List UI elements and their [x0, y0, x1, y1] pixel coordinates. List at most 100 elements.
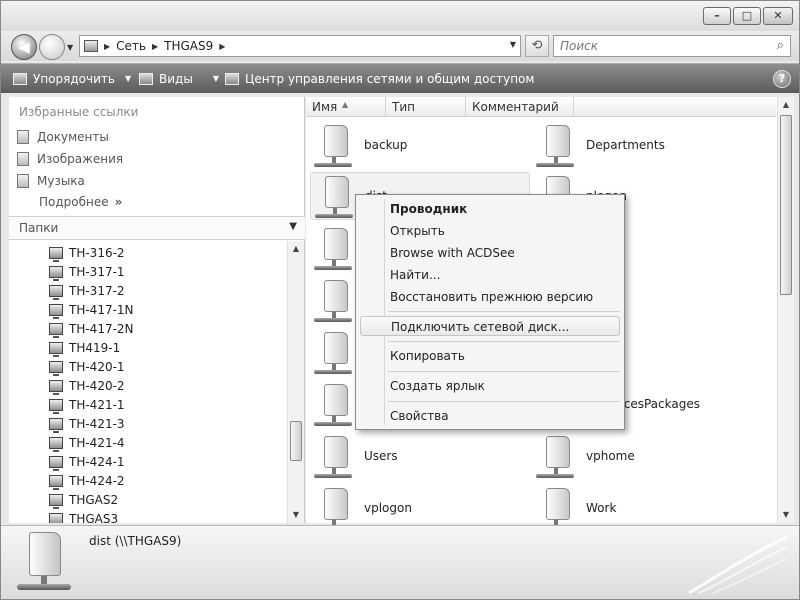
- share-item[interactable]: Departments: [532, 121, 752, 169]
- column-name[interactable]: Имя ▲: [306, 97, 386, 117]
- menu-item-create-shortcut[interactable]: Создать ярлык: [390, 376, 485, 396]
- share-item[interactable]: Users: [310, 432, 530, 480]
- share-name: vphome: [586, 449, 635, 463]
- scroll-down-icon[interactable]: ▼: [288, 507, 304, 523]
- computer-icon: [49, 493, 63, 509]
- menu-item-find[interactable]: Найти...: [390, 265, 440, 285]
- column-comment[interactable]: Комментарий: [466, 97, 574, 117]
- forward-button[interactable]: [39, 34, 65, 60]
- views-label: Виды: [159, 72, 193, 86]
- folders-title: Папки: [19, 221, 59, 235]
- tree-item[interactable]: TH-424-2: [49, 471, 125, 490]
- address-dropdown-icon[interactable]: ▼: [510, 40, 516, 49]
- double-chevron-icon: »: [114, 195, 123, 209]
- computer-icon: [49, 474, 63, 490]
- back-button[interactable]: ◀: [11, 34, 37, 60]
- menu-item-explorer[interactable]: Проводник: [390, 199, 467, 219]
- back-arrow-icon: ◀: [18, 38, 30, 56]
- history-dropdown-icon[interactable]: ▼: [67, 43, 73, 52]
- organize-label: Упорядочить: [33, 72, 115, 86]
- tree-item[interactable]: TH-420-2: [49, 376, 125, 395]
- scroll-down-icon[interactable]: ▼: [778, 507, 794, 523]
- column-label: Тип: [392, 100, 415, 114]
- menu-item-browse-acdsee[interactable]: Browse with ACDSee: [390, 243, 515, 263]
- window-controls: – □ ✕: [703, 7, 793, 25]
- share-item[interactable]: backup: [310, 121, 530, 169]
- tree-item[interactable]: TH-317-1: [49, 262, 125, 281]
- menu-item-restore-version[interactable]: Восстановить прежнюю версию: [390, 287, 593, 307]
- sort-arrow-icon: ▲: [342, 100, 349, 109]
- tree-item[interactable]: TH-417-1N: [49, 300, 134, 319]
- menu-gutter: [384, 199, 385, 425]
- share-item[interactable]: vphome: [532, 432, 752, 480]
- computer-icon: [49, 360, 63, 376]
- breadcrumb-separator-icon[interactable]: ▶: [219, 42, 225, 51]
- computer-icon: [49, 265, 63, 281]
- tree-item[interactable]: TH-421-1: [49, 395, 125, 414]
- decorative-swoosh-icon: [688, 535, 788, 595]
- scroll-up-icon[interactable]: ▲: [288, 241, 304, 257]
- organize-button[interactable]: Упорядочить ▼: [13, 64, 131, 94]
- close-button[interactable]: ✕: [763, 7, 793, 25]
- more-link[interactable]: Подробнее »: [39, 195, 122, 209]
- folder-tree: TH-316-2 TH-317-1 TH-317-2 TH-417-1N TH-…: [9, 241, 287, 523]
- views-button[interactable]: Виды ▼: [139, 64, 219, 94]
- favorite-music[interactable]: Музыка: [17, 171, 85, 191]
- menu-item-copy[interactable]: Копировать: [390, 346, 465, 366]
- music-icon: [17, 174, 29, 188]
- network-center-label: Центр управления сетями и общим доступом: [245, 72, 535, 86]
- address-bar[interactable]: ▶ Сеть ▶ THGAS9 ▶ ▼: [79, 35, 521, 57]
- menu-item-map-network-drive[interactable]: Подключить сетевой диск...: [360, 316, 620, 336]
- minimize-button[interactable]: –: [703, 7, 731, 25]
- tree-item[interactable]: TH-421-3: [49, 414, 125, 433]
- search-icon[interactable]: ⌕: [777, 36, 784, 56]
- network-share-icon: [310, 224, 358, 272]
- tree-item[interactable]: TH-421-4: [49, 433, 125, 452]
- scroll-thumb[interactable]: [290, 421, 302, 461]
- tree-item[interactable]: TH-424-1: [49, 452, 125, 471]
- computer-icon: [49, 436, 63, 452]
- folders-header[interactable]: Папки ▼: [9, 216, 305, 240]
- column-type[interactable]: Тип: [386, 97, 466, 117]
- refresh-button[interactable]: ⟲: [525, 35, 549, 57]
- search-input[interactable]: Поиск ⌕: [553, 35, 791, 57]
- tree-item[interactable]: TH-417-2N: [49, 319, 134, 338]
- chevron-down-icon[interactable]: ▼: [289, 221, 297, 232]
- menu-item-open[interactable]: Открыть: [390, 221, 445, 241]
- menu-item-properties[interactable]: Свойства: [390, 406, 449, 426]
- favorite-pictures[interactable]: Изображения: [17, 149, 123, 169]
- breadcrumb-network[interactable]: Сеть: [116, 39, 146, 53]
- network-share-icon: [310, 432, 358, 480]
- tree-item[interactable]: TH419-1: [49, 338, 120, 357]
- maximize-button[interactable]: □: [733, 7, 761, 25]
- forward-arrow-icon: [40, 35, 64, 59]
- help-button[interactable]: ?: [773, 70, 791, 88]
- folder-tree-scrollbar[interactable]: ▲ ▼: [287, 241, 304, 523]
- content-scrollbar[interactable]: ▲ ▼: [777, 97, 794, 523]
- tree-item[interactable]: THGAS3: [49, 509, 118, 523]
- network-center-button[interactable]: Центр управления сетями и общим доступом: [225, 64, 534, 94]
- search-placeholder: Поиск: [560, 39, 599, 53]
- breadcrumb-server[interactable]: THGAS9: [164, 39, 213, 53]
- network-share-icon: [15, 530, 75, 594]
- explorer-window: – □ ✕ ◀ ▼ ▶ Сеть ▶ THGAS9 ▶ ▼ ⟲ Поиск ⌕ …: [0, 0, 800, 600]
- tree-item[interactable]: TH-316-2: [49, 243, 125, 262]
- command-bar: Упорядочить ▼ Виды ▼ Центр управления се…: [1, 63, 799, 93]
- scroll-thumb[interactable]: [780, 115, 792, 295]
- tree-item[interactable]: TH-317-2: [49, 281, 125, 300]
- breadcrumb-separator-icon[interactable]: ▶: [104, 42, 110, 51]
- breadcrumb-separator-icon[interactable]: ▶: [152, 42, 158, 51]
- tree-item[interactable]: THGAS2: [49, 490, 118, 509]
- refresh-icon: ⟲: [531, 38, 543, 53]
- tree-item[interactable]: TH-420-1: [49, 357, 125, 376]
- more-label: Подробнее: [39, 195, 109, 209]
- menu-separator: [388, 311, 620, 312]
- chevron-down-icon: ▼: [212, 74, 219, 83]
- computer-icon: [49, 246, 63, 262]
- favorite-documents[interactable]: Документы: [17, 127, 109, 147]
- favorite-label: Музыка: [37, 174, 85, 188]
- favorites-title: Избранные ссылки: [19, 105, 139, 119]
- favorite-label: Изображения: [37, 152, 124, 166]
- pictures-icon: [17, 152, 29, 166]
- scroll-up-icon[interactable]: ▲: [778, 97, 794, 113]
